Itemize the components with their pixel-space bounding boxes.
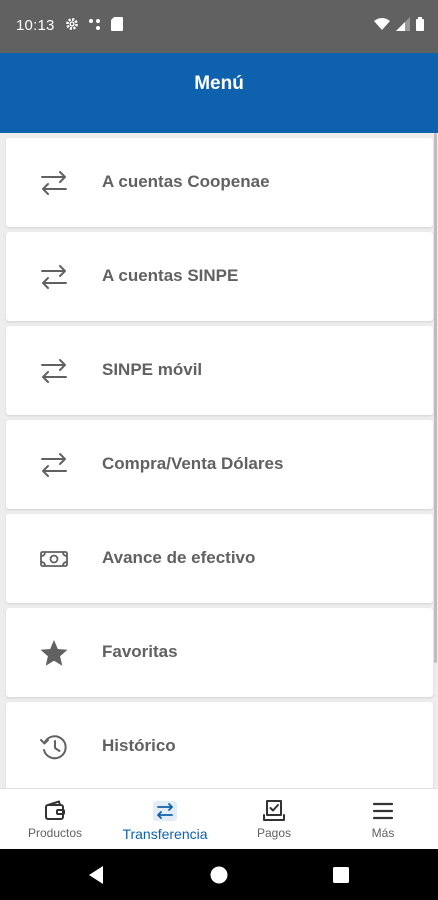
transfer-arrows-icon bbox=[39, 450, 69, 480]
bottom-navigation: Productos Transferencia Pagos Más bbox=[0, 788, 438, 849]
cell-signal-icon bbox=[396, 17, 410, 36]
battery-icon bbox=[416, 17, 424, 36]
nav-item-pagos[interactable]: Pagos bbox=[220, 789, 328, 850]
wallet-icon bbox=[43, 799, 67, 823]
nav-label: Productos bbox=[27, 826, 83, 840]
status-bar: 10:13 bbox=[0, 0, 438, 53]
signal-dots-icon bbox=[88, 17, 102, 36]
star-icon bbox=[39, 638, 69, 668]
menu-item-label: Favoritas bbox=[102, 642, 178, 661]
cash-icon bbox=[39, 544, 69, 574]
system-navigation-bar bbox=[0, 849, 438, 900]
sd-card-icon bbox=[111, 17, 123, 36]
transfer-arrows-icon bbox=[39, 262, 69, 292]
history-icon bbox=[39, 732, 69, 762]
wifi-icon bbox=[374, 17, 390, 36]
page-title: Menú bbox=[194, 73, 244, 94]
menu-list[interactable]: A cuentas Coopenae A cuentas SINPE SINPE… bbox=[0, 133, 438, 788]
transfer-icon bbox=[153, 799, 177, 823]
nav-item-mas[interactable]: Más bbox=[328, 789, 438, 850]
menu-icon bbox=[371, 799, 395, 823]
menu-item-a-cuentas-sinpe[interactable]: A cuentas SINPE bbox=[6, 232, 433, 321]
scrollbar[interactable] bbox=[434, 133, 437, 663]
menu-item-label: Avance de efectivo bbox=[102, 548, 256, 567]
nav-item-transferencia[interactable]: Transferencia bbox=[110, 789, 220, 850]
menu-item-compra-venta-dolares[interactable]: Compra/Venta Dólares bbox=[6, 420, 433, 509]
menu-item-label: A cuentas Coopenae bbox=[102, 172, 270, 191]
menu-item-favoritas[interactable]: Favoritas bbox=[6, 608, 433, 697]
menu-item-label: Histórico bbox=[102, 736, 176, 755]
back-icon[interactable] bbox=[84, 862, 110, 888]
recents-icon[interactable] bbox=[328, 862, 354, 888]
menu-item-label: Compra/Venta Dólares bbox=[102, 454, 284, 473]
status-time: 10:13 bbox=[16, 17, 55, 34]
transfer-arrows-icon bbox=[39, 168, 69, 198]
menu-item-a-cuentas-coopenae[interactable]: A cuentas Coopenae bbox=[6, 138, 433, 227]
nav-label: Transferencia bbox=[122, 826, 208, 842]
menu-item-sinpe-movil[interactable]: SINPE móvil bbox=[6, 326, 433, 415]
menu-item-avance-de-efectivo[interactable]: Avance de efectivo bbox=[6, 514, 433, 603]
transfer-arrows-icon bbox=[39, 356, 69, 386]
nav-item-productos[interactable]: Productos bbox=[0, 789, 110, 850]
app-bar: Menú bbox=[0, 53, 438, 133]
home-icon[interactable] bbox=[206, 862, 232, 888]
settings-icon bbox=[65, 17, 79, 36]
payment-icon bbox=[262, 799, 286, 823]
menu-item-label: SINPE móvil bbox=[102, 360, 203, 379]
nav-label: Pagos bbox=[256, 826, 292, 840]
menu-item-label: A cuentas SINPE bbox=[102, 266, 239, 285]
nav-label: Más bbox=[371, 826, 395, 840]
menu-item-historico[interactable]: Histórico bbox=[6, 702, 433, 788]
